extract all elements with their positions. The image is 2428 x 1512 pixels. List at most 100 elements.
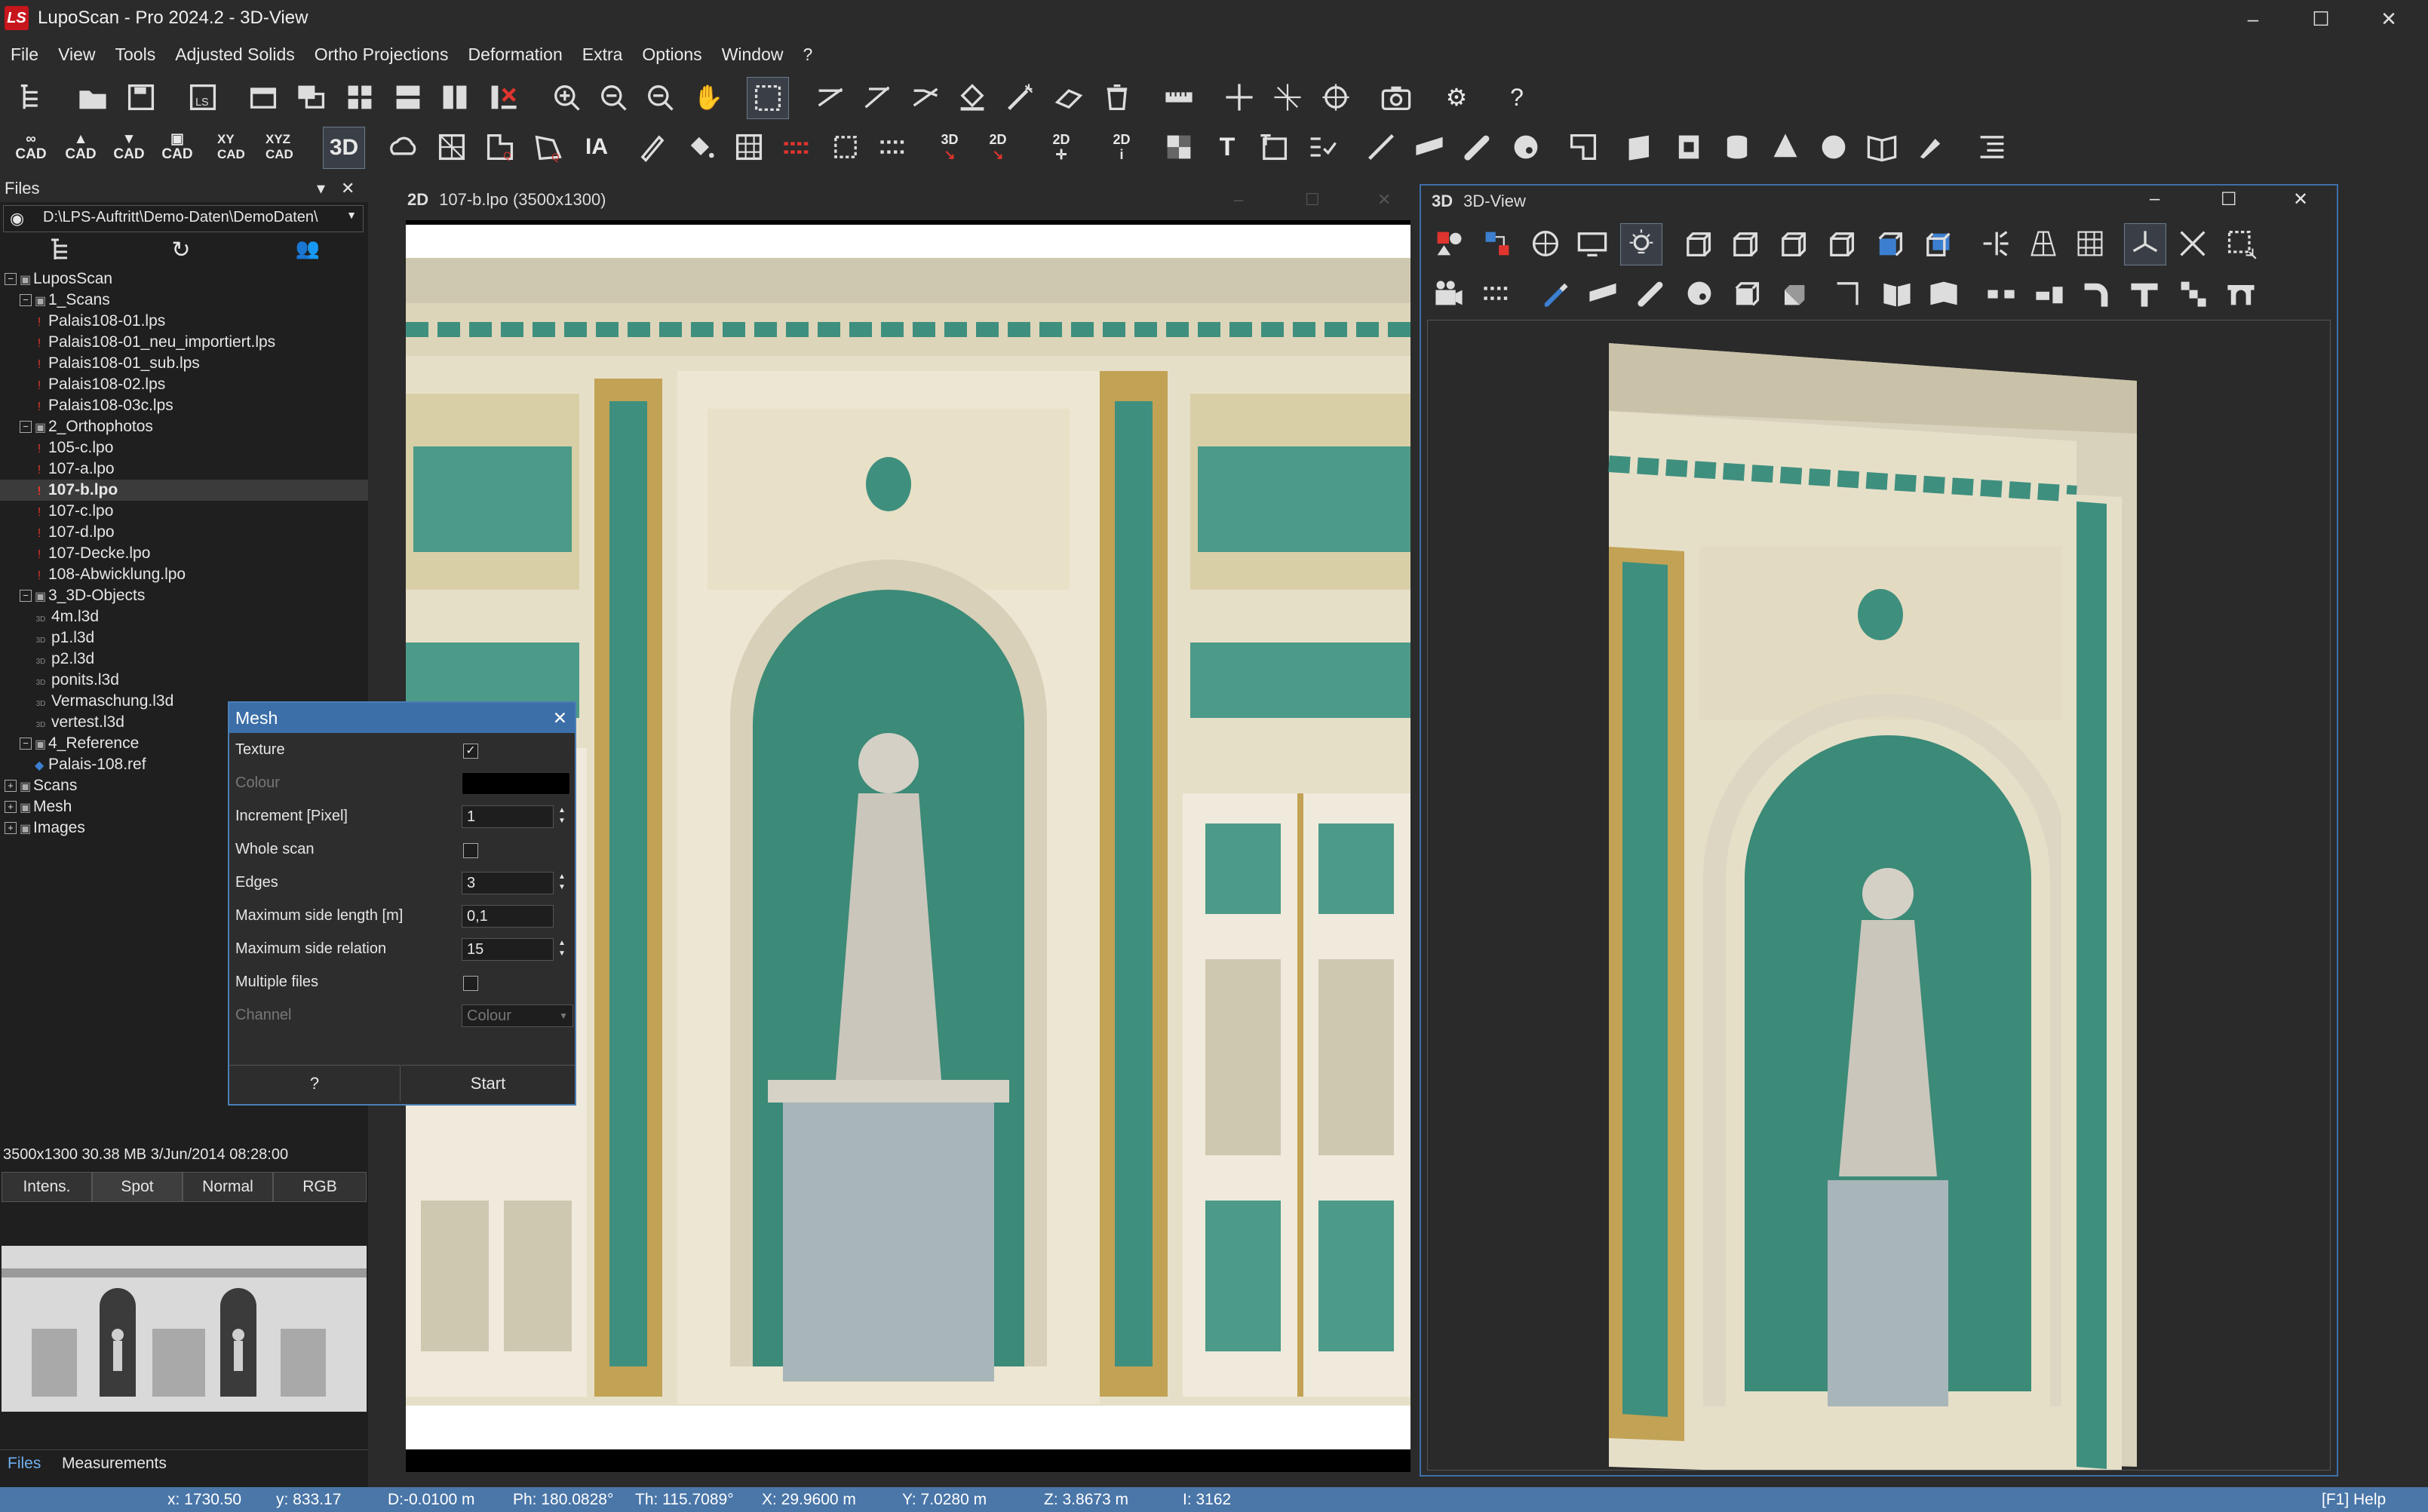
settings-gear-icon[interactable]: ⚙ xyxy=(1436,77,1477,118)
chevron-down-icon[interactable]: ▼ xyxy=(346,209,357,221)
maximize-icon[interactable]: ☐ xyxy=(2287,0,2355,38)
collapse-icon[interactable]: − xyxy=(20,738,32,750)
colored-shapes-icon[interactable] xyxy=(1429,223,1469,264)
xyz-cad-icon[interactable]: XYZ CAD xyxy=(266,127,306,167)
menu-extra[interactable]: Extra xyxy=(572,39,633,69)
ruler-icon[interactable] xyxy=(1159,77,1199,118)
minimize-icon[interactable]: – xyxy=(2219,0,2287,38)
view-2d-close-icon[interactable]: ✕ xyxy=(1377,190,1391,210)
panel-a-icon[interactable] xyxy=(1620,127,1661,167)
tree-item[interactable]: ! Palais108-01.lps xyxy=(0,311,368,332)
cube-back-icon[interactable] xyxy=(1821,223,1862,264)
panel-b-icon[interactable] xyxy=(1668,127,1709,167)
mode-3d-icon[interactable]: 3D xyxy=(323,127,365,169)
new-window-icon[interactable] xyxy=(243,77,284,118)
edges-spinner-icon[interactable]: ▲ ▼ xyxy=(558,872,566,893)
cube-solid-icon[interactable] xyxy=(1773,273,1813,314)
close-icon[interactable]: ✕ xyxy=(2355,0,2423,38)
tab-rgb[interactable]: RGB xyxy=(273,1172,367,1202)
open-book-2-icon[interactable] xyxy=(1923,273,1964,314)
mesh-dialog-close-icon[interactable]: ✕ xyxy=(553,703,567,733)
sphere-solid-icon[interactable] xyxy=(1813,127,1854,167)
panel-menu-icon[interactable]: ▾ xyxy=(317,175,325,202)
ia-icon[interactable]: IA xyxy=(576,127,617,167)
dotted-lines-icon[interactable] xyxy=(873,127,914,167)
max-side-relation-input[interactable]: 15 xyxy=(462,938,554,961)
tree-item[interactable]: ! Palais108-01_neu_importiert.lps xyxy=(0,332,368,353)
corner-icon[interactable] xyxy=(1828,273,1869,314)
pan-hand-icon[interactable]: ✋ xyxy=(688,77,729,118)
mesh-dialog-title-bar[interactable]: Mesh ✕ xyxy=(229,703,575,733)
collapse-icon[interactable]: − xyxy=(20,421,32,434)
tree-item[interactable]: ! 107-c.lpo xyxy=(0,501,368,522)
axes-icon[interactable] xyxy=(2124,223,2166,265)
3d-viewport[interactable] xyxy=(1427,320,2331,1482)
cylinder-brush-icon[interactable] xyxy=(1631,273,1671,314)
users-icon[interactable]: 👥 xyxy=(293,237,323,262)
eraser-icon[interactable] xyxy=(1048,77,1089,118)
path-combo[interactable]: ◉ D:\LPS-Auftritt\Demo-Daten\DemoDaten\ … xyxy=(3,205,364,232)
collapse-icon[interactable]: − xyxy=(20,590,32,603)
tree-item[interactable]: ! Palais108-01_sub.lps xyxy=(0,353,368,374)
tab-spot[interactable]: Spot xyxy=(92,1172,183,1202)
magic-wand-icon[interactable] xyxy=(1000,77,1041,118)
mesh-grid-icon[interactable] xyxy=(431,127,472,167)
colour-swatch[interactable] xyxy=(462,772,570,795)
step-profile-icon[interactable] xyxy=(2172,273,2213,314)
edges-input[interactable]: 3 xyxy=(462,872,554,894)
tree-item[interactable]: − ▣ 2_Orthophotos xyxy=(0,416,368,437)
tile-grid-icon[interactable] xyxy=(339,77,380,118)
split-view-icon[interactable] xyxy=(1975,223,2015,264)
view-3d-maximize-icon[interactable]: ☐ xyxy=(2221,189,2237,210)
cylinder-tool-icon[interactable] xyxy=(1457,127,1498,167)
texture-checkbox[interactable]: ✓ xyxy=(463,744,478,759)
frame-icon[interactable] xyxy=(1563,127,1604,167)
whole-scan-checkbox[interactable] xyxy=(463,843,478,858)
menu-help[interactable]: ? xyxy=(793,39,823,69)
snap-point-icon[interactable] xyxy=(1267,77,1308,118)
collapse-icon[interactable]: − xyxy=(5,273,17,286)
channel-select[interactable]: Colour ▼ xyxy=(462,1004,573,1027)
point-cloud-icon[interactable] xyxy=(383,127,424,167)
zoom-out-icon[interactable] xyxy=(640,77,680,118)
menu-view[interactable]: View xyxy=(48,39,105,69)
pipe-bend-icon[interactable] xyxy=(2076,273,2116,314)
polygon-q-icon[interactable]: Q xyxy=(528,127,569,167)
tree-item[interactable]: ! 107-Decke.lpo xyxy=(0,543,368,564)
menu-adjusted-solids[interactable]: Adjusted Solids xyxy=(165,39,305,69)
tree-item[interactable]: 3D 4m.l3d xyxy=(0,606,368,627)
expand-icon[interactable]: + xyxy=(5,780,17,793)
to-3d-icon[interactable]: 3D ↘ xyxy=(929,127,970,167)
checker-icon[interactable] xyxy=(1159,127,1199,167)
tab-intens[interactable]: Intens. xyxy=(2,1172,92,1202)
multiple-files-checkbox[interactable] xyxy=(463,976,478,991)
tree-item[interactable]: ! Palais108-02.lps xyxy=(0,374,368,395)
save-icon[interactable] xyxy=(121,77,161,118)
cad-link-icon[interactable]: ∞ CAD xyxy=(11,127,51,167)
menu-ortho-projections[interactable]: Ortho Projections xyxy=(305,39,459,69)
crosshair-point-icon[interactable] xyxy=(1219,77,1260,118)
view-3d-minimize-icon[interactable]: – xyxy=(2150,189,2159,210)
crop-select-icon[interactable] xyxy=(2221,223,2261,264)
transform-icon[interactable] xyxy=(1477,223,1518,264)
globe-icon[interactable] xyxy=(1525,223,1566,264)
point-2d-icon[interactable]: 2D ✛ xyxy=(1041,127,1082,167)
rectangle-select-icon[interactable] xyxy=(747,77,789,119)
camera-icon[interactable] xyxy=(1376,77,1417,118)
view-3d-close-icon[interactable]: ✕ xyxy=(2293,189,2308,210)
tab-measurements[interactable]: Measurements xyxy=(62,1455,167,1473)
tree-view-icon[interactable] xyxy=(11,77,51,118)
plane-icon[interactable] xyxy=(1409,127,1450,167)
box-tool-icon[interactable] xyxy=(1726,273,1767,314)
line-diagonal-icon[interactable] xyxy=(1361,127,1401,167)
cone-icon[interactable] xyxy=(1765,127,1806,167)
cube-blue-icon[interactable] xyxy=(1869,223,1910,264)
dotted-path-icon[interactable] xyxy=(1477,273,1518,314)
book-icon[interactable] xyxy=(1862,127,1902,167)
menu-options[interactable]: Options xyxy=(632,39,711,69)
max-side-relation-spinner-icon[interactable]: ▲ ▼ xyxy=(558,938,566,959)
tree-item[interactable]: ! 107-d.lpo xyxy=(0,522,368,543)
tree-item[interactable]: 3D p1.l3d xyxy=(0,627,368,649)
t-profile-icon[interactable] xyxy=(2124,273,2165,314)
tile-vertical-icon[interactable] xyxy=(434,77,475,118)
